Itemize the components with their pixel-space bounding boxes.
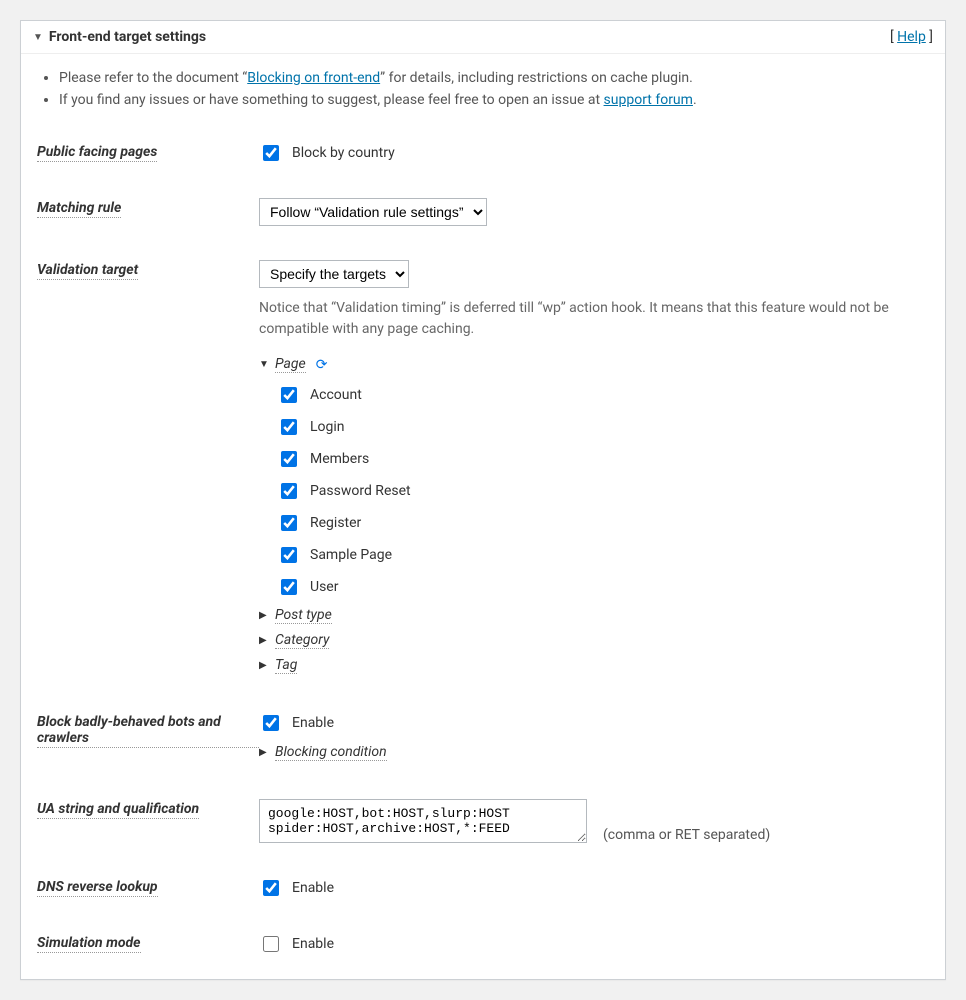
block-bots-checkbox[interactable]: Enable <box>259 712 929 734</box>
panel-title[interactable]: ▼ Front-end target settings <box>33 29 206 45</box>
dns-lookup-checkbox[interactable]: Enable <box>259 877 929 899</box>
help-link[interactable]: Help <box>897 29 926 45</box>
label-public-pages: Public facing pages <box>37 144 157 162</box>
caret-right-icon: ▶ <box>259 635 269 646</box>
label-block-bots: Block badly-behaved bots and crawlers <box>37 714 259 748</box>
intro-text: Please refer to the document “Blocking o… <box>37 70 929 108</box>
page-item[interactable]: Sample Page <box>277 539 929 571</box>
label-dns-lookup: DNS reverse lookup <box>37 879 158 897</box>
panel-header: ▼ Front-end target settings [ Help ] <box>21 21 945 54</box>
page-item[interactable]: Register <box>277 507 929 539</box>
intro-line-1: Please refer to the document “Blocking o… <box>59 70 929 86</box>
dns-lookup-input[interactable] <box>263 880 279 896</box>
simulation-checkbox[interactable]: Enable <box>259 933 929 955</box>
label-simulation: Simulation mode <box>37 935 141 953</box>
row-block-bots: Block badly-behaved bots and crawlers En… <box>37 712 929 765</box>
label-ua-string: UA string and qualification <box>37 801 199 819</box>
row-matching-rule: Matching rule Follow “Validation rule se… <box>37 198 929 226</box>
target-tree: ▼ Page ⟳ Account Login Members Password … <box>259 352 929 678</box>
settings-panel: ▼ Front-end target settings [ Help ] Ple… <box>20 20 946 980</box>
validation-target-desc: Notice that “Validation timing” is defer… <box>259 298 899 340</box>
block-by-country-checkbox[interactable]: Block by country <box>259 142 929 164</box>
page-item[interactable]: Password Reset <box>277 475 929 507</box>
intro-line-2: If you find any issues or have something… <box>59 92 929 108</box>
block-bots-input[interactable] <box>263 715 279 731</box>
simulation-input[interactable] <box>263 936 279 952</box>
caret-right-icon: ▶ <box>259 610 269 621</box>
doc-link[interactable]: Blocking on front-end <box>247 70 380 86</box>
matching-rule-select[interactable]: Follow “Validation rule settings” <box>259 198 487 226</box>
row-dns-lookup: DNS reverse lookup Enable <box>37 877 929 899</box>
row-simulation: Simulation mode Enable <box>37 933 929 955</box>
panel-body: Please refer to the document “Blocking o… <box>21 54 945 979</box>
tree-node-page[interactable]: ▼ Page ⟳ <box>259 352 929 377</box>
refresh-icon[interactable]: ⟳ <box>316 357 328 373</box>
tree-node-tag[interactable]: ▶ Tag <box>259 653 929 678</box>
ua-string-textarea[interactable] <box>259 799 587 843</box>
validation-target-select[interactable]: Specify the targets <box>259 260 409 288</box>
page-item[interactable]: Members <box>277 443 929 475</box>
help-link-wrap: [ Help ] <box>890 29 933 45</box>
panel-title-text: Front-end target settings <box>49 29 206 45</box>
row-ua-string: UA string and qualification (comma or RE… <box>37 799 929 843</box>
tree-node-post-type[interactable]: ▶ Post type <box>259 603 929 628</box>
page-item[interactable]: User <box>277 571 929 603</box>
ua-hint: (comma or RET separated) <box>603 827 770 843</box>
row-public-pages: Public facing pages Block by country <box>37 142 929 164</box>
page-item[interactable]: Account <box>277 379 929 411</box>
tree-node-category[interactable]: ▶ Category <box>259 628 929 653</box>
caret-right-icon: ▶ <box>259 660 269 671</box>
forum-link[interactable]: support forum <box>604 92 693 108</box>
caret-down-icon: ▼ <box>259 359 269 370</box>
block-by-country-input[interactable] <box>263 145 279 161</box>
page-item[interactable]: Login <box>277 411 929 443</box>
page-children: Account Login Members Password Reset Reg… <box>277 379 929 603</box>
collapse-icon: ▼ <box>33 32 43 43</box>
tree-node-blocking-condition[interactable]: ▶ Blocking condition <box>259 740 929 765</box>
label-validation-target: Validation target <box>37 262 138 280</box>
label-matching-rule: Matching rule <box>37 200 121 218</box>
caret-right-icon: ▶ <box>259 747 269 758</box>
row-validation-target: Validation target Specify the targets No… <box>37 260 929 678</box>
